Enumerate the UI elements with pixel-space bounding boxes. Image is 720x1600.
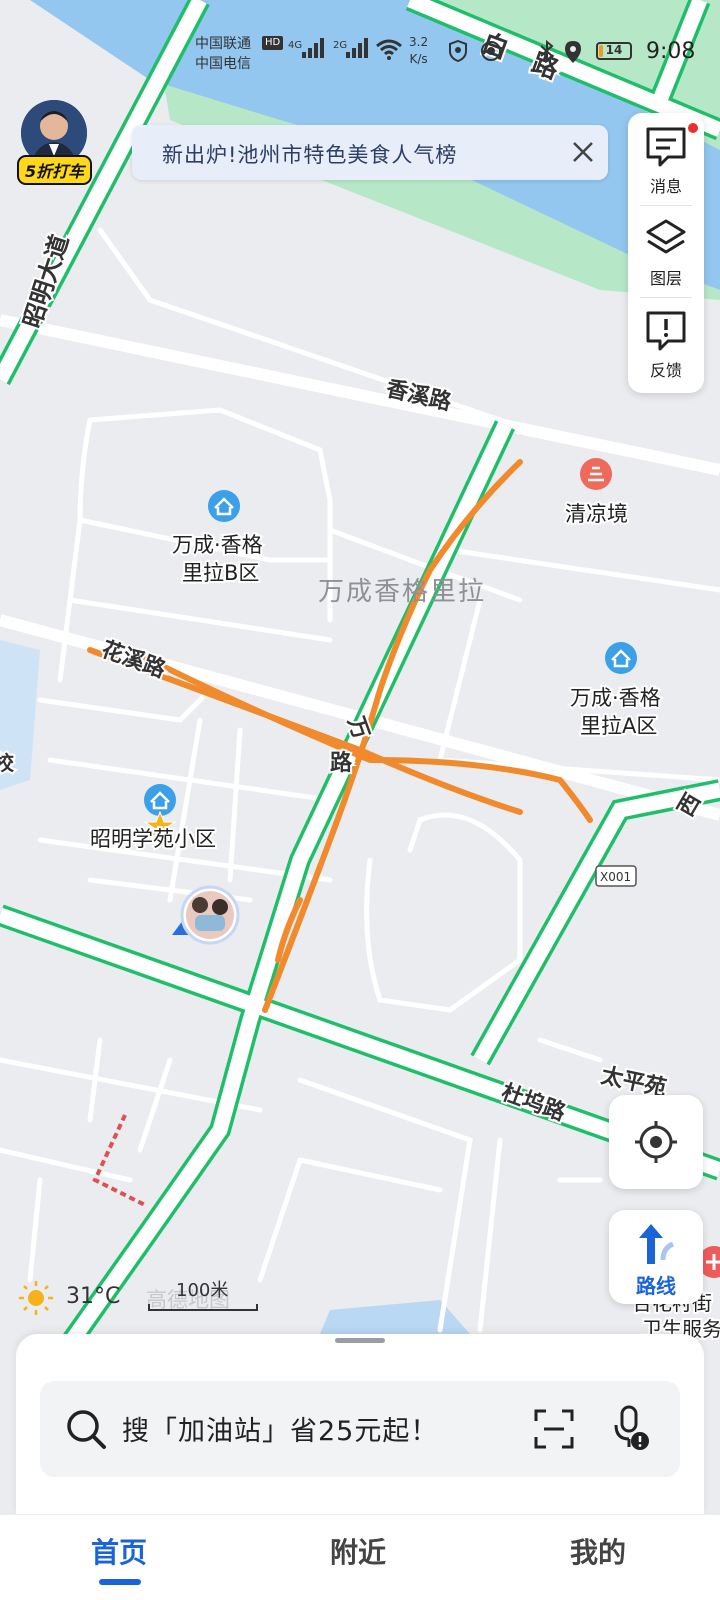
scale-text: 100米 [176,1280,229,1301]
sheet-handle[interactable] [335,1338,385,1343]
shield-icon [449,40,467,62]
scan-icon[interactable] [532,1407,576,1451]
carrier-1: 中国联通 [195,36,251,52]
poi-b-line1: 万成·香格 [172,533,263,557]
route-button[interactable]: 路线 [609,1210,703,1304]
road-label-lu: 路 [330,750,353,776]
active-tab-indicator [99,1579,141,1585]
area-label: 万成香格里拉 [318,577,486,607]
signal-icon [346,38,368,58]
weather-widget[interactable]: 31°C 高德地图 [18,1280,230,1315]
search-bar[interactable]: 搜「加油站」省25元起！ [40,1381,680,1477]
sun-icon [19,1281,53,1315]
feedback-button[interactable]: 反馈 [628,297,704,387]
network-type-1: 4G [288,40,303,51]
promo-banner[interactable]: 新出炉!池州市特色美食人气榜 [132,125,608,180]
hd-badge: HD [262,36,284,50]
network-speed: 3.2 K/s [409,34,428,68]
poi-a-line2: 里拉A区 [580,714,657,738]
poi-zhaoming: 昭明学苑小区 [90,827,216,851]
tab-bar: 首页 附近 我的 [0,1514,720,1600]
clock: 9:08 [646,39,696,64]
feedback-icon [646,311,686,351]
poi-a-line1: 万成·香格 [570,686,661,710]
location-icon [565,41,581,63]
map-toolbar: 消息 图层 反馈 [628,113,704,393]
messages-label: 消息 [649,177,682,196]
residential-pin-icon[interactable] [605,642,637,674]
route-label: 路线 [636,1274,676,1298]
poi-qingliangjing: 清凉境 [565,502,628,526]
layers-label: 图层 [649,269,682,288]
wifi-icon [376,39,402,60]
carrier-2: 中国电信 [195,56,251,72]
eye-protection-icon [481,41,501,61]
locate-icon [635,1121,677,1163]
taxi-promo-avatar[interactable]: 5折打车 [17,100,99,185]
signal-icon [302,38,324,58]
taxi-discount-badge[interactable]: 5折打车 [17,155,93,185]
locate-button[interactable] [609,1095,703,1189]
status-bar: 中国联通 中国电信 HD 4G 2G 3.2 K/s 14 9:08 [0,0,720,100]
layers-button[interactable]: 图层 [628,205,704,295]
road-label-partial-left: 校 [0,751,15,775]
tab-mine[interactable]: 我的 [570,1531,626,1571]
road-code-badge: X001 [595,865,637,887]
scenic-pin-icon[interactable] [580,458,612,490]
route-arrow-icon [639,1224,675,1264]
banner-text[interactable]: 新出炉!池州市特色美食人气榜 [162,139,457,169]
tab-home[interactable]: 首页 [91,1531,147,1571]
tab-nearby[interactable]: 附近 [330,1531,386,1571]
poi-b-line2: 里拉B区 [182,561,259,585]
speed-unit: K/s [409,52,428,66]
battery-icon: 14 [596,42,632,60]
layers-icon [646,219,686,254]
message-icon [646,127,686,167]
bluetooth-icon [540,40,554,62]
speed-value: 3.2 [409,35,429,49]
residential-pin-icon[interactable] [208,490,240,522]
carrier-info: 中国联通 中国电信 [195,34,251,74]
temperature: 31°C [66,1284,121,1309]
battery-level: 14 [605,43,623,57]
close-icon[interactable] [568,137,598,167]
scale-bar [148,1304,258,1311]
search-placeholder[interactable]: 搜「加油站」省25元起！ [122,1409,438,1448]
notification-dot [688,123,698,133]
messages-button[interactable]: 消息 [628,113,704,203]
network-type-2: 2G [333,40,348,51]
search-icon[interactable] [64,1407,108,1451]
feedback-label: 反馈 [649,361,682,380]
road-code-text: X001 [600,870,631,884]
mic-icon[interactable] [612,1405,652,1453]
